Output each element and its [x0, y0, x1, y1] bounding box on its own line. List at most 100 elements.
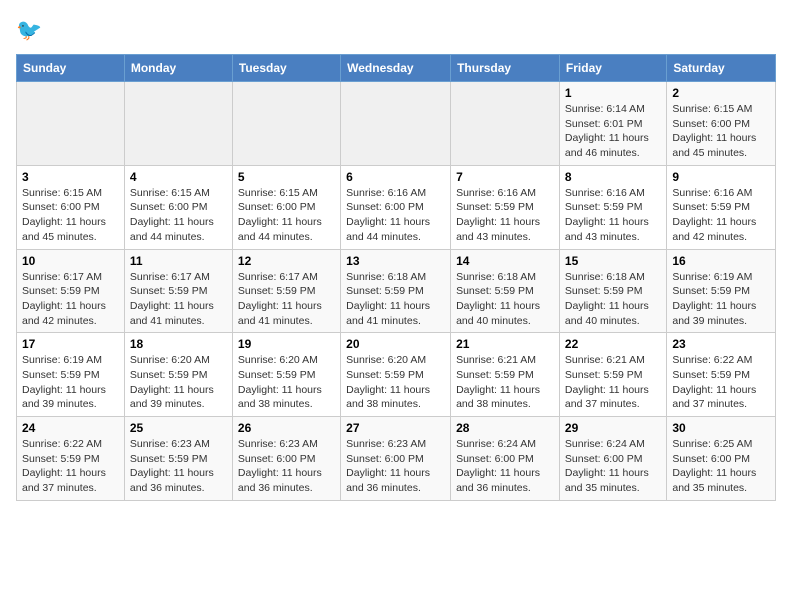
- day-info: Sunrise: 6:15 AM Sunset: 6:00 PM Dayligh…: [672, 102, 770, 161]
- calendar-cell: 27Sunrise: 6:23 AM Sunset: 6:00 PM Dayli…: [341, 417, 451, 501]
- page-header: 🐦: [16, 16, 776, 46]
- svg-text:🐦: 🐦: [16, 19, 42, 42]
- day-number: 16: [672, 254, 770, 268]
- day-info: Sunrise: 6:18 AM Sunset: 5:59 PM Dayligh…: [565, 270, 661, 329]
- calendar-cell: 3 Sunrise: 6:15 AM Sunset: 6:00 PM Daylig…: [17, 165, 125, 249]
- day-info: Sunrise: 6:16 AM Sunset: 5:59 PM Dayligh…: [672, 186, 770, 245]
- calendar-cell: [17, 82, 125, 166]
- calendar-cell: 21 Sunrise: 6:21 AM Sunset: 5:59 PM Dayli…: [451, 333, 560, 417]
- day-number: 25: [130, 421, 227, 435]
- day-info: Sunrise: 6:15 AM Sunset: 6:00 PM Dayligh…: [130, 186, 227, 245]
- calendar-week-row: 17 Sunrise: 6:19 AM Sunset: 5:59 PM Dayli…: [17, 333, 776, 417]
- day-info: Sunrise: 6:15 AM Sunset: 6:00 PM Dayligh…: [22, 186, 119, 245]
- day-info: Sunrise: 6:22 AM Sunset: 5:59 PM Dayligh…: [672, 353, 770, 412]
- day-number: 30: [672, 421, 770, 435]
- calendar-week-row: 3 Sunrise: 6:15 AM Sunset: 6:00 PM Daylig…: [17, 165, 776, 249]
- calendar-table: SundayMondayTuesdayWednesdayThursdayFrid…: [16, 54, 776, 501]
- day-info: Sunrise: 6:22 AM Sunset: 5:59 PM Dayligh…: [22, 437, 119, 496]
- day-number: 20: [346, 337, 445, 351]
- calendar-cell: 25 Sunrise: 6:23 AM Sunset: 5:59 PM Dayli…: [124, 417, 232, 501]
- calendar-cell: 24 Sunrise: 6:22 AM Sunset: 5:59 PM Dayli…: [17, 417, 125, 501]
- weekday-header: Tuesday: [232, 55, 340, 82]
- calendar-cell: 4 Sunrise: 6:15 AM Sunset: 6:00 PM Daylig…: [124, 165, 232, 249]
- calendar-cell: 15Sunrise: 6:18 AM Sunset: 5:59 PM Dayli…: [559, 249, 666, 333]
- calendar-cell: 16 Sunrise: 6:19 AM Sunset: 5:59 PM Dayli…: [667, 249, 776, 333]
- day-number: 21: [456, 337, 554, 351]
- day-info: Sunrise: 6:17 AM Sunset: 5:59 PM Dayligh…: [22, 270, 119, 329]
- day-info: Sunrise: 6:21 AM Sunset: 5:59 PM Dayligh…: [456, 353, 554, 412]
- calendar-cell: 9 Sunrise: 6:16 AM Sunset: 5:59 PM Daylig…: [667, 165, 776, 249]
- day-info: Sunrise: 6:20 AM Sunset: 5:59 PM Dayligh…: [130, 353, 227, 412]
- calendar-cell: 17 Sunrise: 6:19 AM Sunset: 5:59 PM Dayli…: [17, 333, 125, 417]
- day-number: 7: [456, 170, 554, 184]
- day-info: Sunrise: 6:24 AM Sunset: 6:00 PM Dayligh…: [565, 437, 661, 496]
- day-number: 29: [565, 421, 661, 435]
- weekday-header: Thursday: [451, 55, 560, 82]
- calendar-week-row: 10 Sunrise: 6:17 AM Sunset: 5:59 PM Dayli…: [17, 249, 776, 333]
- logo: 🐦: [16, 16, 50, 46]
- day-number: 9: [672, 170, 770, 184]
- calendar-cell: 20 Sunrise: 6:20 AM Sunset: 5:59 PM Dayli…: [341, 333, 451, 417]
- day-number: 27: [346, 421, 445, 435]
- day-number: 11: [130, 254, 227, 268]
- weekday-header: Friday: [559, 55, 666, 82]
- day-number: 14: [456, 254, 554, 268]
- calendar-cell: 10 Sunrise: 6:17 AM Sunset: 5:59 PM Dayli…: [17, 249, 125, 333]
- day-number: 23: [672, 337, 770, 351]
- day-info: Sunrise: 6:23 AM Sunset: 6:00 PM Dayligh…: [238, 437, 335, 496]
- weekday-header: Wednesday: [341, 55, 451, 82]
- day-number: 22: [565, 337, 661, 351]
- day-number: 19: [238, 337, 335, 351]
- day-info: Sunrise: 6:15 AM Sunset: 6:00 PM Dayligh…: [238, 186, 335, 245]
- calendar-header-row: SundayMondayTuesdayWednesdayThursdayFrid…: [17, 55, 776, 82]
- day-info: Sunrise: 6:16 AM Sunset: 5:59 PM Dayligh…: [456, 186, 554, 245]
- day-info: Sunrise: 6:21 AM Sunset: 5:59 PM Dayligh…: [565, 353, 661, 412]
- calendar-cell: 11Sunrise: 6:17 AM Sunset: 5:59 PM Dayli…: [124, 249, 232, 333]
- calendar-cell: 28 Sunrise: 6:24 AM Sunset: 6:00 PM Dayli…: [451, 417, 560, 501]
- day-info: Sunrise: 6:19 AM Sunset: 5:59 PM Dayligh…: [672, 270, 770, 329]
- calendar-cell: [124, 82, 232, 166]
- calendar-cell: 6 Sunrise: 6:16 AM Sunset: 6:00 PM Daylig…: [341, 165, 451, 249]
- day-info: Sunrise: 6:23 AM Sunset: 5:59 PM Dayligh…: [130, 437, 227, 496]
- calendar-cell: [232, 82, 340, 166]
- calendar-cell: 12Sunrise: 6:17 AM Sunset: 5:59 PM Dayli…: [232, 249, 340, 333]
- calendar-cell: 30 Sunrise: 6:25 AM Sunset: 6:00 PM Dayli…: [667, 417, 776, 501]
- weekday-header: Sunday: [17, 55, 125, 82]
- day-info: Sunrise: 6:25 AM Sunset: 6:00 PM Dayligh…: [672, 437, 770, 496]
- day-number: 8: [565, 170, 661, 184]
- calendar-cell: 5Sunrise: 6:15 AM Sunset: 6:00 PM Daylig…: [232, 165, 340, 249]
- calendar-cell: 22 Sunrise: 6:21 AM Sunset: 5:59 PM Dayli…: [559, 333, 666, 417]
- day-number: 17: [22, 337, 119, 351]
- calendar-cell: 23 Sunrise: 6:22 AM Sunset: 5:59 PM Dayli…: [667, 333, 776, 417]
- calendar-cell: [451, 82, 560, 166]
- calendar-cell: 2 Sunrise: 6:15 AM Sunset: 6:00 PM Daylig…: [667, 82, 776, 166]
- calendar-cell: 13Sunrise: 6:18 AM Sunset: 5:59 PM Dayli…: [341, 249, 451, 333]
- day-number: 28: [456, 421, 554, 435]
- day-info: Sunrise: 6:18 AM Sunset: 5:59 PM Dayligh…: [456, 270, 554, 329]
- day-number: 24: [22, 421, 119, 435]
- day-info: Sunrise: 6:24 AM Sunset: 6:00 PM Dayligh…: [456, 437, 554, 496]
- day-info: Sunrise: 6:17 AM Sunset: 5:59 PM Dayligh…: [238, 270, 335, 329]
- calendar-cell: 18 Sunrise: 6:20 AM Sunset: 5:59 PM Dayli…: [124, 333, 232, 417]
- day-number: 2: [672, 86, 770, 100]
- calendar-cell: 1 Sunrise: 6:14 AM Sunset: 6:01 PM Daylig…: [559, 82, 666, 166]
- day-info: Sunrise: 6:20 AM Sunset: 5:59 PM Dayligh…: [346, 353, 445, 412]
- calendar-week-row: 1 Sunrise: 6:14 AM Sunset: 6:01 PM Daylig…: [17, 82, 776, 166]
- weekday-header: Saturday: [667, 55, 776, 82]
- day-number: 18: [130, 337, 227, 351]
- calendar-week-row: 24 Sunrise: 6:22 AM Sunset: 5:59 PM Dayli…: [17, 417, 776, 501]
- day-info: Sunrise: 6:16 AM Sunset: 5:59 PM Dayligh…: [565, 186, 661, 245]
- calendar-cell: 26Sunrise: 6:23 AM Sunset: 6:00 PM Dayli…: [232, 417, 340, 501]
- day-info: Sunrise: 6:19 AM Sunset: 5:59 PM Dayligh…: [22, 353, 119, 412]
- calendar-cell: [341, 82, 451, 166]
- calendar-cell: 19Sunrise: 6:20 AM Sunset: 5:59 PM Dayli…: [232, 333, 340, 417]
- day-number: 3: [22, 170, 119, 184]
- day-number: 1: [565, 86, 661, 100]
- day-number: 6: [346, 170, 445, 184]
- day-info: Sunrise: 6:16 AM Sunset: 6:00 PM Dayligh…: [346, 186, 445, 245]
- day-info: Sunrise: 6:14 AM Sunset: 6:01 PM Dayligh…: [565, 102, 661, 161]
- day-number: 4: [130, 170, 227, 184]
- weekday-header: Monday: [124, 55, 232, 82]
- calendar-cell: 8 Sunrise: 6:16 AM Sunset: 5:59 PM Daylig…: [559, 165, 666, 249]
- day-number: 10: [22, 254, 119, 268]
